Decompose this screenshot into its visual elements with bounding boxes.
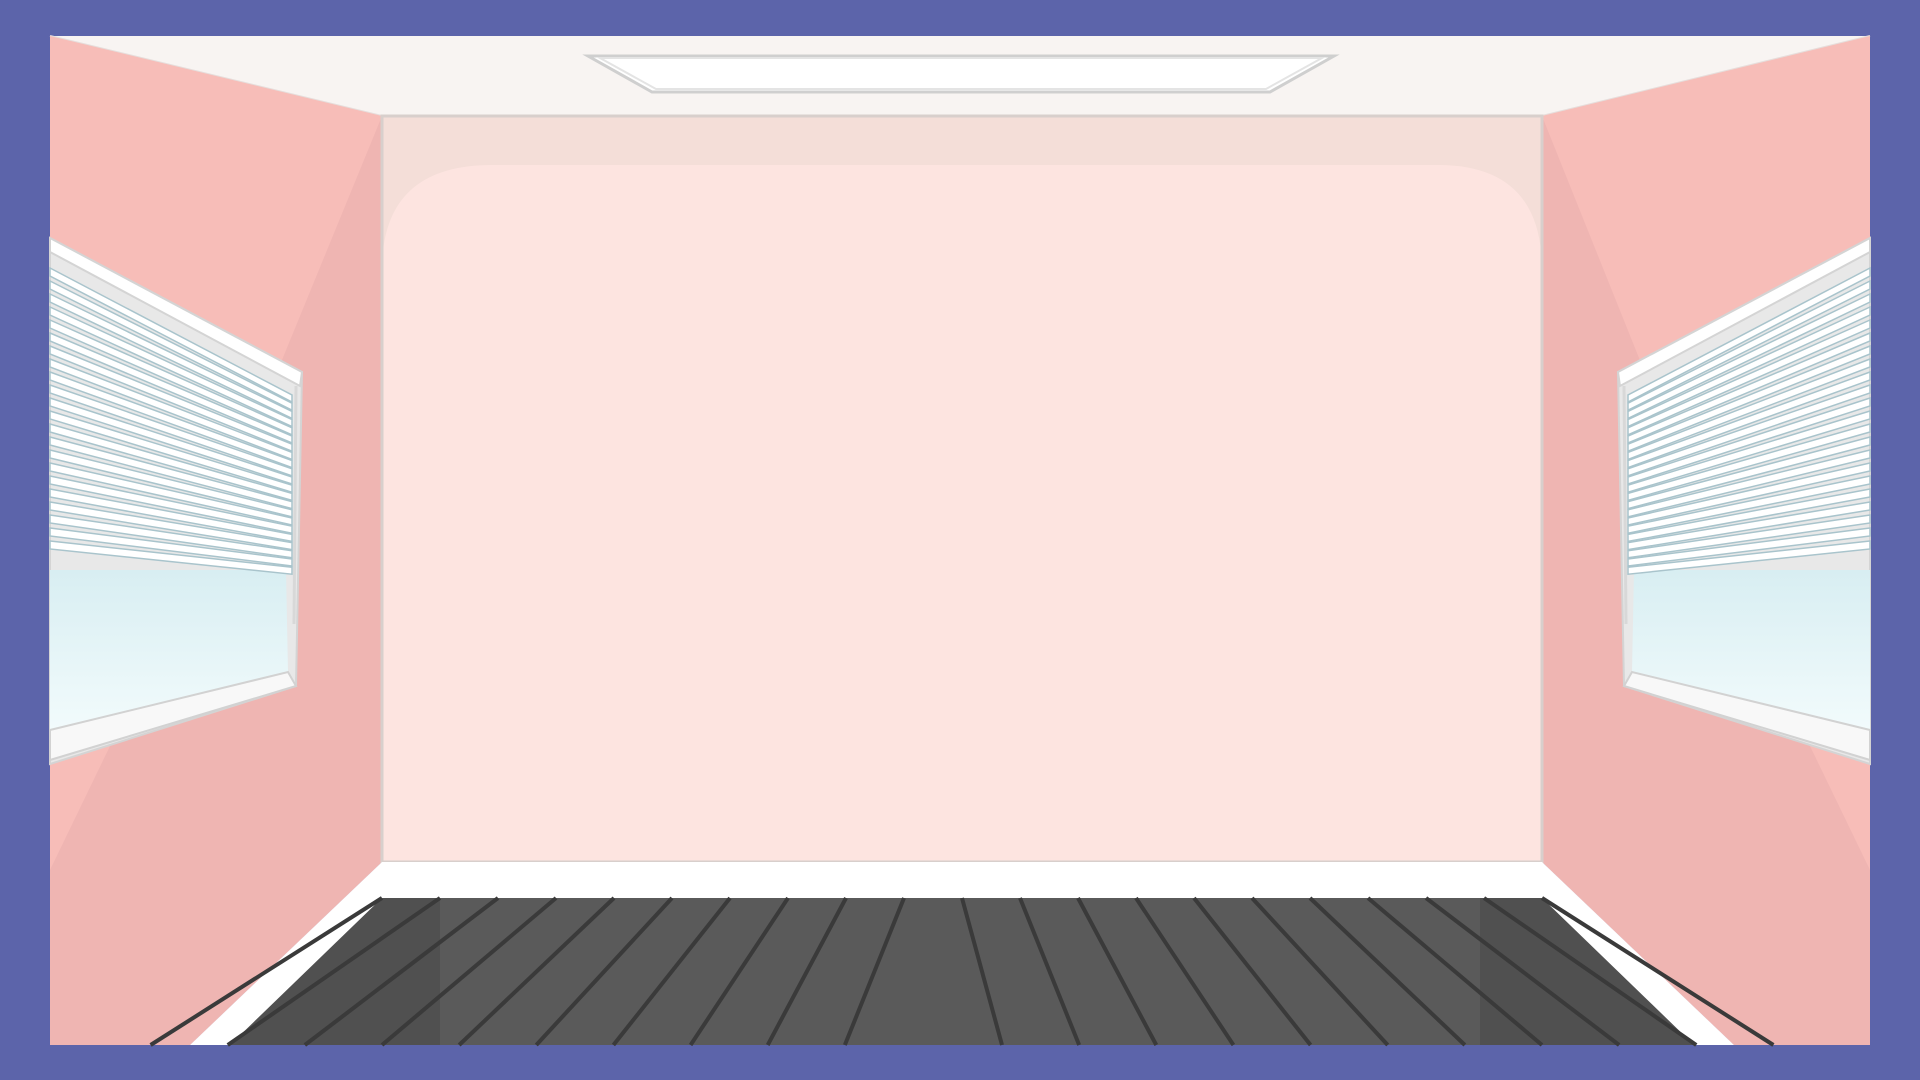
ceiling-light-icon [582,54,1340,94]
floor-icon [149,896,1775,1047]
back-wall-panel [382,165,1542,862]
empty-room-scene [0,0,1920,1080]
